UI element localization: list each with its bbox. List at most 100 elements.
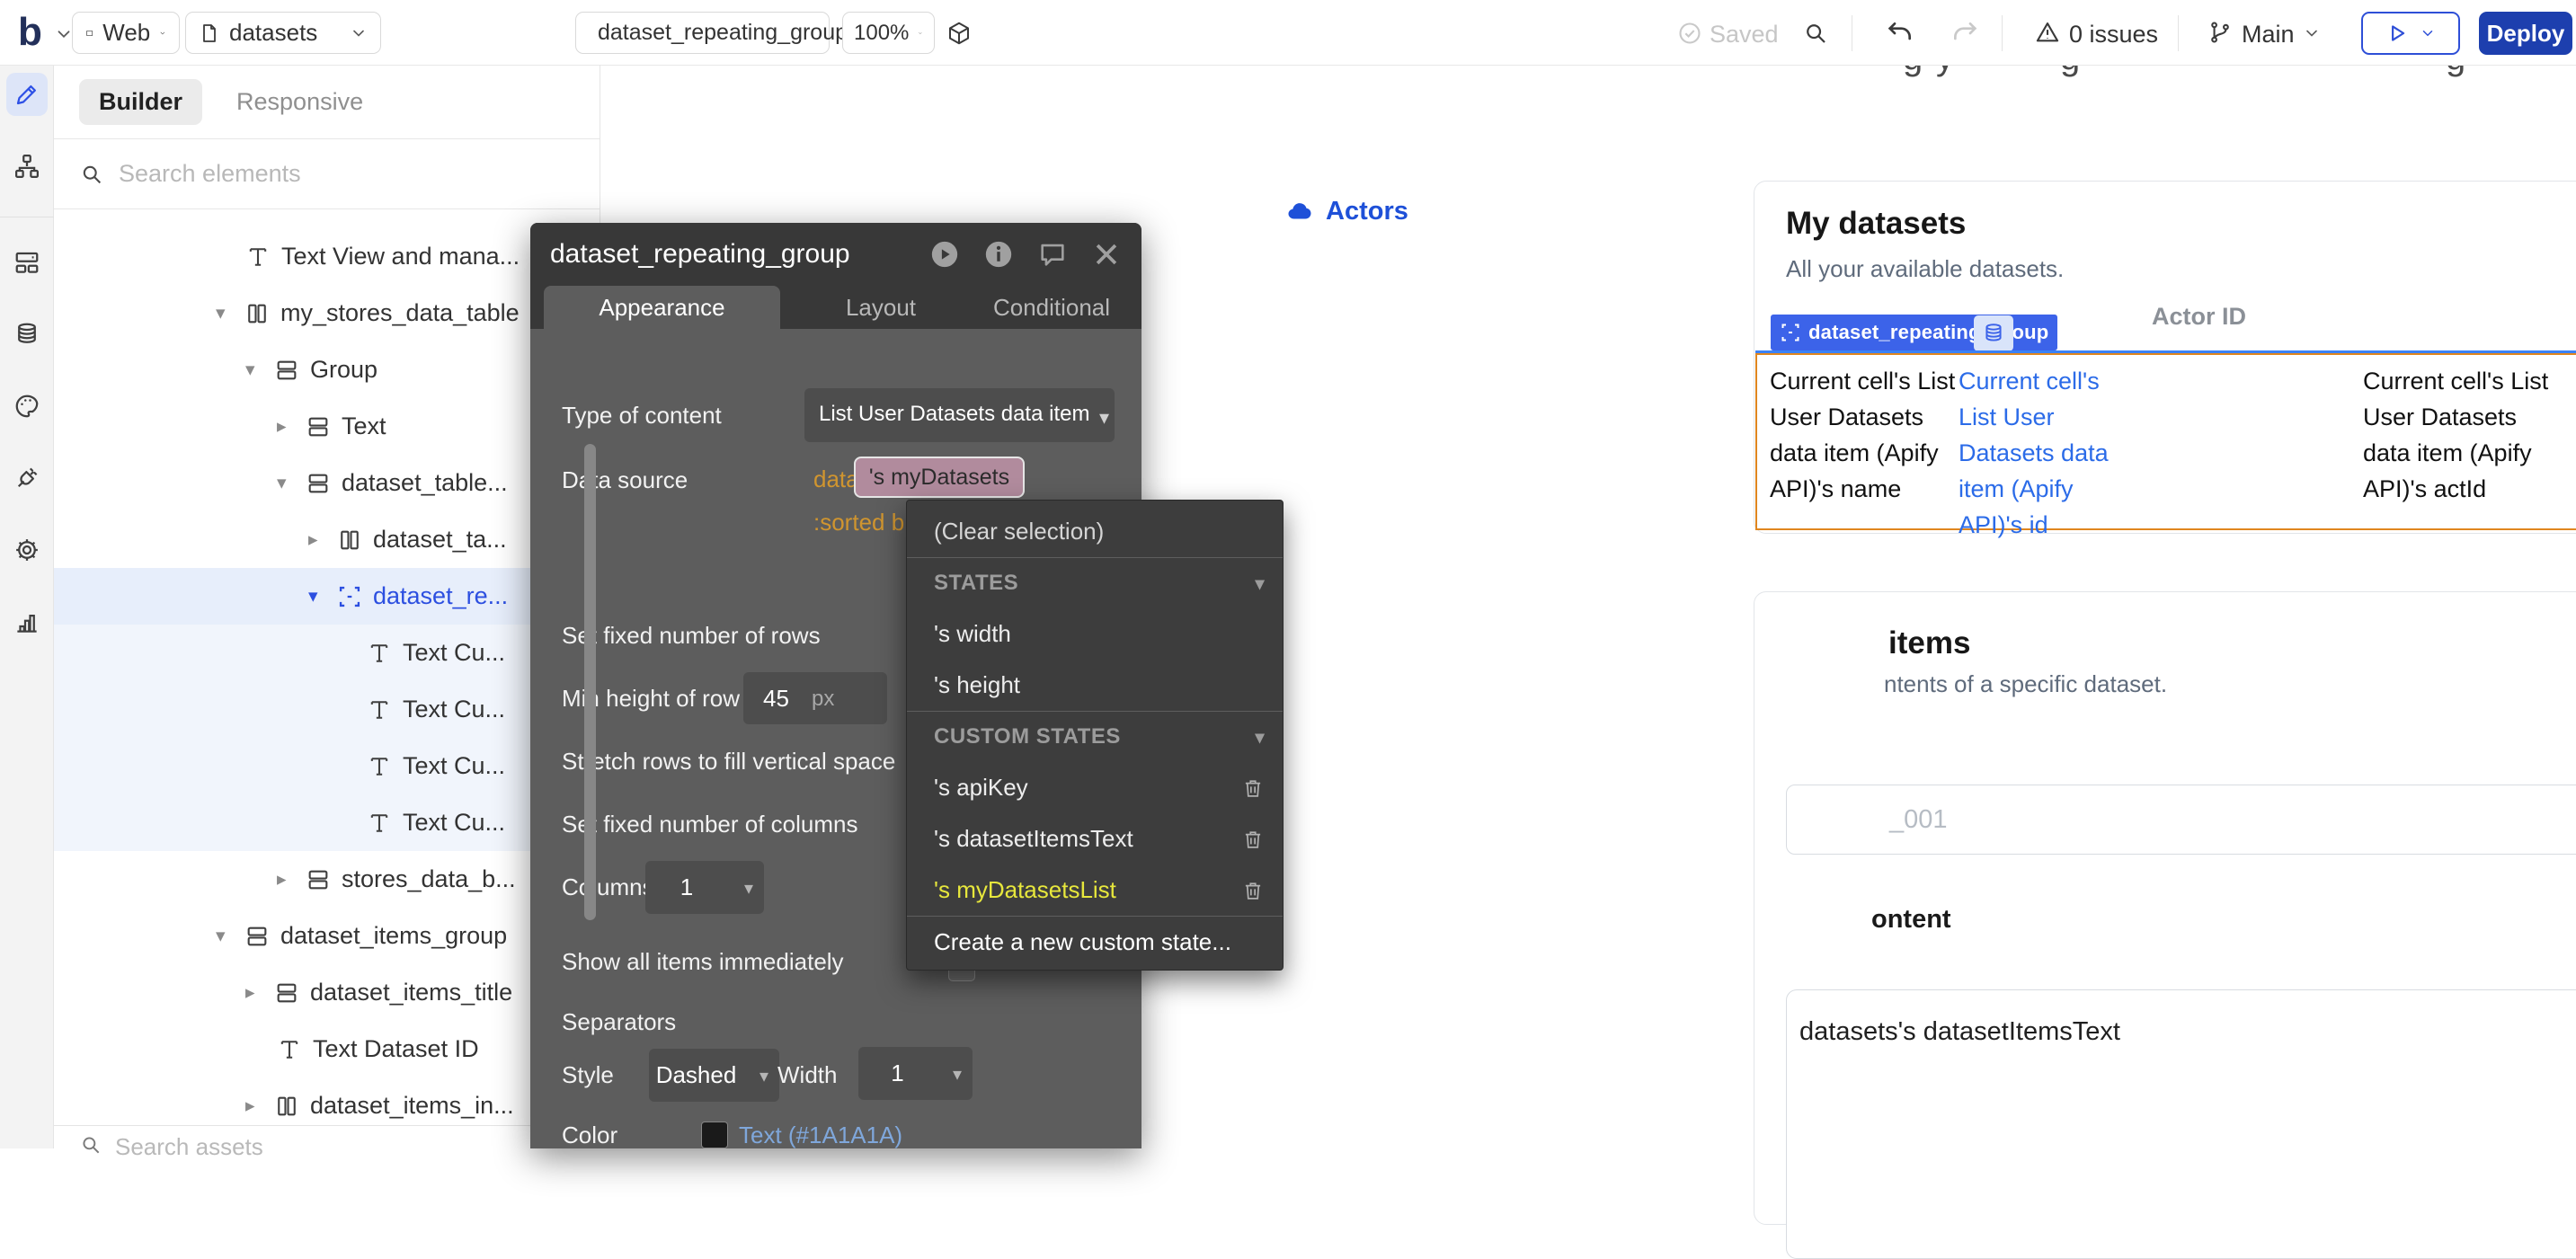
tree-item[interactable]: dataset_re... <box>54 568 600 625</box>
dataset-items-subtitle-fragment[interactable]: ntents of a specific dataset. <box>1884 670 2167 698</box>
rail-design-icon[interactable] <box>6 73 48 116</box>
page-select[interactable]: datasets <box>185 12 381 54</box>
redo-icon[interactable] <box>1950 19 1979 48</box>
rail-settings-icon[interactable] <box>6 528 48 572</box>
tree-item[interactable]: dataset_items_group <box>54 908 600 964</box>
section-collapse-icon[interactable]: ▾ <box>1255 572 1265 595</box>
rail-styles-icon[interactable] <box>6 385 48 428</box>
dataset-items-title-fragment[interactable]: items <box>1888 625 1970 661</box>
tree-caret-icon[interactable] <box>308 585 337 607</box>
dropdown-item[interactable]: (Clear selection)▾ <box>907 506 1283 557</box>
tree-caret-icon[interactable] <box>308 528 337 551</box>
dataset-items-card[interactable]: items ntents of a specific dataset. _001… <box>1754 591 2576 1225</box>
tree-item[interactable]: dataset_table... <box>54 455 600 511</box>
tree-item[interactable]: Text Cu... <box>54 738 600 794</box>
tree-item[interactable]: stores_data_b... <box>54 851 600 908</box>
rail-plugins-icon[interactable] <box>6 457 48 500</box>
tree-item[interactable]: Text <box>54 398 600 455</box>
tree-item[interactable]: Text Cu... <box>54 681 600 738</box>
dropdown-item[interactable]: 's height▾ <box>907 660 1283 711</box>
tree-item[interactable]: Text Datasets <box>54 209 600 228</box>
tree-caret-icon[interactable] <box>277 472 306 494</box>
rail-workflow-icon[interactable] <box>6 145 48 188</box>
tree-item[interactable]: Group <box>54 341 600 398</box>
color-swatch[interactable] <box>701 1122 728 1148</box>
min-height-input[interactable]: 45 px <box>743 672 887 724</box>
search-assets-input[interactable] <box>115 1133 385 1161</box>
separator-style-select[interactable]: Dashed ▾ <box>649 1049 779 1102</box>
dropdown-item[interactable]: STATES▾ <box>907 557 1283 608</box>
type-of-content-select[interactable]: List User Datasets data item ▾ <box>804 388 1115 442</box>
close-icon[interactable] <box>1091 239 1122 270</box>
columns-select[interactable]: 1 ▾ <box>645 861 764 914</box>
logo-chevron-icon[interactable] <box>54 24 74 44</box>
my-datasets-subtitle[interactable]: All your available datasets. <box>1786 255 2064 283</box>
trash-icon[interactable] <box>1241 828 1265 851</box>
element-tab[interactable]: dataset_repeating_group <box>575 12 830 54</box>
color-value-link[interactable]: Text (#1A1A1A) <box>739 1122 902 1149</box>
dropdown-item[interactable]: CUSTOM STATES▾ <box>907 711 1283 762</box>
tab-appearance[interactable]: Appearance <box>544 286 780 329</box>
data-source-selected-token[interactable]: 's myDatasets <box>854 457 1025 498</box>
element-preview-icon[interactable] <box>929 239 960 270</box>
dropdown-item[interactable]: 's datasetItemsText▾ <box>907 813 1283 864</box>
tree-caret-icon[interactable] <box>216 302 244 324</box>
my-datasets-card[interactable]: My datasets All your available datasets.… <box>1754 181 2576 534</box>
tree-item[interactable]: Text Cu... <box>54 794 600 851</box>
chevron-down-icon[interactable] <box>2303 24 2321 42</box>
tree-caret-icon[interactable] <box>245 1095 274 1117</box>
tree-item[interactable]: dataset_ta... <box>54 511 600 568</box>
platform-select[interactable]: Web <box>72 12 180 54</box>
tree-caret-icon[interactable] <box>277 415 306 438</box>
undo-icon[interactable] <box>1886 19 1914 48</box>
tree-item[interactable]: dataset_items_in... <box>54 1077 600 1125</box>
tree-caret-icon[interactable] <box>216 925 244 947</box>
trash-icon[interactable] <box>1241 879 1265 902</box>
separator-width-select[interactable]: 1 ▾ <box>858 1047 973 1100</box>
tree-item[interactable]: Text Cu... <box>54 625 600 681</box>
issues-count[interactable]: 0 issues <box>2069 21 2158 49</box>
branch-name[interactable]: Main <box>2242 21 2295 49</box>
tree-item[interactable]: Text View and mana... <box>54 228 600 285</box>
tree-caret-icon[interactable] <box>245 981 274 1004</box>
tab-builder[interactable]: Builder <box>79 79 202 125</box>
tab-layout[interactable]: Layout <box>827 286 935 329</box>
element-comment-icon[interactable] <box>1037 239 1068 270</box>
dropdown-item[interactable]: 's apiKey▾ <box>907 762 1283 813</box>
dataset-content-box[interactable]: datasets's datasetItemsText <box>1786 989 2576 1259</box>
tab-responsive[interactable]: Responsive <box>236 88 363 116</box>
element-info-icon[interactable] <box>983 239 1014 270</box>
tree-item[interactable]: dataset_items_title <box>54 964 600 1021</box>
dropdown-item[interactable]: 's myDatasetsList▾ <box>907 864 1283 916</box>
trash-icon[interactable] <box>1241 776 1265 800</box>
data-source-expression-line2[interactable]: :sorted b <box>813 509 904 536</box>
dataset-id-input[interactable]: _001 <box>1786 785 2576 855</box>
bubble-logo[interactable]: b <box>18 12 42 53</box>
rail-logs-icon[interactable] <box>6 600 48 643</box>
search-icon[interactable] <box>1802 20 1829 47</box>
data-source-chip[interactable] <box>1974 315 2013 351</box>
inspector-header[interactable]: dataset_repeating_group <box>530 223 1141 286</box>
dynamic-expression-cell[interactable]: Current cell's List User Datasets data i… <box>1770 363 1963 507</box>
tree-item[interactable]: my_stores_data_table <box>54 285 600 341</box>
my-datasets-title[interactable]: My datasets <box>1786 206 1966 242</box>
asset-search-row[interactable] <box>54 1125 600 1148</box>
rail-data-icon[interactable] <box>6 313 48 356</box>
deploy-button[interactable]: Deploy <box>2479 12 2572 55</box>
dataset-content-expression[interactable]: datasets's datasetItemsText <box>1799 1017 2120 1047</box>
tree-scrollbar-thumb[interactable] <box>584 444 596 920</box>
tree-caret-icon[interactable] <box>277 868 306 891</box>
zoom-select[interactable]: 100% <box>842 12 935 54</box>
run-app-button[interactable] <box>2361 12 2460 55</box>
dropdown-item[interactable]: 's width▾ <box>907 608 1283 660</box>
nav-item-actors[interactable]: Actors <box>1286 197 1408 226</box>
selected-element-badge[interactable]: dataset_repeating_group <box>1771 315 2057 350</box>
rail-components-icon[interactable] <box>6 241 48 284</box>
dynamic-expression-cell[interactable]: Current cell's List User Datasets data i… <box>2363 363 2552 507</box>
section-collapse-icon[interactable]: ▾ <box>1255 726 1265 749</box>
dropdown-item[interactable]: Create a new custom state...▾ <box>907 916 1283 968</box>
search-elements-input[interactable] <box>119 160 496 188</box>
tree-item[interactable]: Text Dataset ID <box>54 1021 600 1077</box>
element-search-row[interactable] <box>54 139 600 209</box>
tree-caret-icon[interactable] <box>245 359 274 381</box>
